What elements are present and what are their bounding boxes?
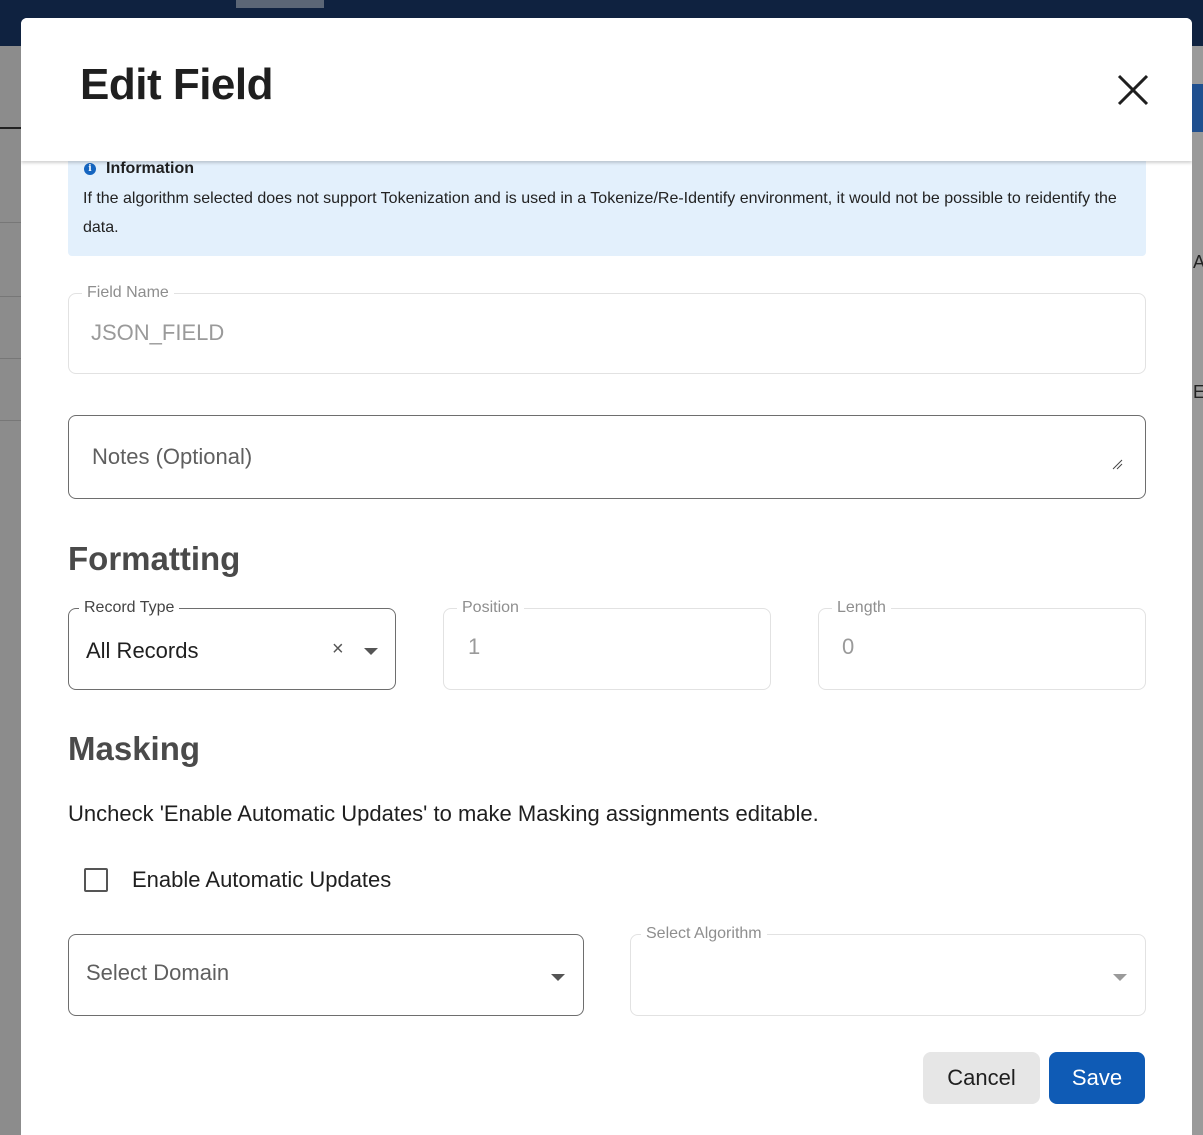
clear-icon[interactable]: × [332, 638, 344, 661]
alert-message: If the algorithm selected does not suppo… [83, 190, 1117, 236]
alert-header: i Information [84, 160, 194, 178]
edit-field-dialog: Edit Field i Information If the algorith… [21, 18, 1192, 1135]
background-divider [0, 127, 22, 129]
background-text: E [1193, 382, 1203, 402]
resize-handle-icon[interactable] [1111, 458, 1123, 470]
background-divider [0, 420, 22, 421]
masking-instruction: Uncheck 'Enable Automatic Updates' to ma… [68, 801, 819, 826]
checkbox-box[interactable] [84, 868, 108, 892]
chevron-down-icon [1113, 974, 1127, 981]
record-type-label: Record Type [79, 598, 180, 618]
select-algorithm-dropdown: Select Algorithm [630, 924, 1146, 1016]
record-type-select[interactable]: Record Type All Records × [68, 598, 396, 690]
notes-textarea[interactable]: Notes (Optional) [68, 415, 1146, 499]
select-algorithm-label: Select Algorithm [641, 924, 767, 944]
cancel-button[interactable]: Cancel [923, 1052, 1040, 1104]
field-name-input: Field Name JSON_FIELD [68, 283, 1146, 374]
position-input: Position 1 [443, 598, 771, 690]
position-label: Position [457, 598, 524, 618]
notes-placeholder: Notes (Optional) [92, 444, 253, 469]
chevron-down-icon[interactable] [364, 648, 378, 655]
dialog-title: Edit Field [80, 60, 274, 109]
masking-heading: Masking [68, 730, 201, 767]
close-button[interactable] [1113, 70, 1153, 110]
background-page [1191, 46, 1203, 1135]
background-divider [0, 358, 22, 359]
information-alert: i Information If the algorithm selected … [68, 148, 1146, 256]
chevron-down-icon[interactable] [551, 974, 565, 981]
select-domain-placeholder: Select Domain [86, 960, 230, 985]
close-icon [1117, 74, 1149, 106]
record-type-value: All Records [86, 638, 199, 663]
select-domain-dropdown[interactable]: Select Domain [68, 934, 584, 1016]
background-text: A [1193, 252, 1203, 272]
dialog-header: Edit Field [21, 18, 1192, 161]
position-value: 1 [468, 634, 481, 659]
field-name-label: Field Name [82, 283, 174, 303]
background-divider [0, 222, 22, 223]
background-divider [0, 296, 22, 297]
length-value: 0 [842, 634, 855, 659]
enable-automatic-updates-label: Enable Automatic Updates [132, 867, 392, 892]
length-label: Length [832, 598, 891, 618]
background-button [1191, 84, 1203, 132]
length-input: Length 0 [818, 598, 1146, 690]
background-tab-indicator [236, 0, 324, 8]
formatting-heading: Formatting [68, 540, 241, 577]
info-icon: i [84, 163, 96, 175]
save-button[interactable]: Save [1049, 1052, 1145, 1104]
alert-title: Information [106, 160, 194, 177]
field-name-value: JSON_FIELD [91, 320, 225, 345]
enable-automatic-updates-checkbox[interactable]: Enable Automatic Updates [84, 867, 391, 893]
